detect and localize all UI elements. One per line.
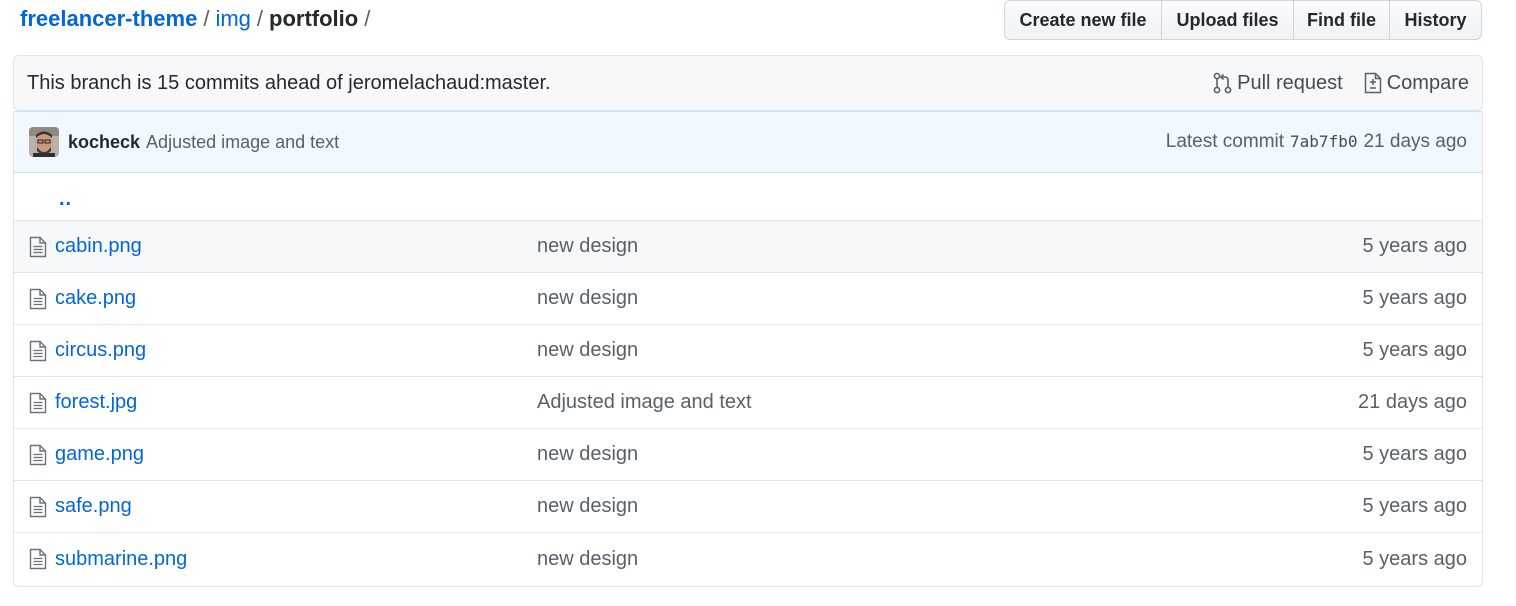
pull-request-label: Pull request [1237,71,1343,94]
upload-files-button[interactable]: Upload files [1162,1,1294,39]
file-age: 5 years ago [1362,547,1467,570]
branch-status-bar: This branch is 15 commits ahead of jerom… [13,55,1483,111]
file-name-link[interactable]: cake.png [55,287,537,310]
avatar[interactable] [29,127,59,157]
table-row: cake.png new design 5 years ago [14,273,1482,325]
breadcrumb-separator: / [364,6,371,31]
file-icon [29,236,47,258]
create-new-file-button[interactable]: Create new file [1005,1,1162,39]
commit-sha-link[interactable]: 7ab7fb0 [1290,132,1357,151]
file-name-link[interactable]: submarine.png [55,548,537,571]
table-row: cabin.png new design 5 years ago [14,221,1482,273]
file-age: 5 years ago [1362,339,1467,361]
file-icon [29,496,47,518]
table-row: game.png new design 5 years ago [14,429,1482,481]
breadcrumb-current: portfolio [269,6,359,31]
file-list: cabin.png new design 5 years ago cake.pn… [14,221,1482,585]
file-listing: kocheck Adjusted image and text Latest c… [13,111,1483,587]
parent-directory-row: .. [14,173,1482,221]
breadcrumb-separator: / [256,6,264,31]
commit-meta: Latest commit 7ab7fb0 21 days ago [1166,131,1467,153]
table-row: submarine.png new design 5 years ago [14,533,1482,585]
file-age: 5 years ago [1362,495,1467,517]
file-commit-message-link[interactable]: new design [537,548,1362,571]
file-browser-page: freelancer-theme / img / portfolio / Create n… [0,0,1516,606]
compare-label: Compare [1386,71,1469,94]
file-age: 21 days ago [1358,391,1467,413]
git-pull-request-icon [1213,72,1232,94]
history-button[interactable]: History [1390,1,1481,39]
file-icon [29,548,47,570]
file-age: 5 years ago [1362,287,1467,309]
file-commit-message-link[interactable]: new design [537,339,1362,362]
file-name-link[interactable]: circus.png [55,339,537,362]
file-age: 5 years ago [1362,443,1467,465]
latest-commit-label: Latest commit [1165,131,1285,152]
pull-request-link[interactable]: Pull request [1213,72,1343,95]
file-name-link[interactable]: safe.png [55,495,537,518]
commit-message-link[interactable]: Adjusted image and text [146,132,1166,153]
file-icon [29,340,47,362]
find-file-button[interactable]: Find file [1294,1,1390,39]
file-commit-message-link[interactable]: new design [537,287,1362,310]
commit-author-link[interactable]: kocheck [68,132,140,153]
avatar-image [29,127,59,157]
file-commit-message-link[interactable]: new design [537,495,1362,518]
branch-status-text: This branch is 15 commits ahead of jerom… [27,71,551,94]
parent-directory-link[interactable]: .. [59,188,72,211]
latest-commit-bar: kocheck Adjusted image and text Latest c… [14,111,1482,173]
file-icon [29,288,47,310]
diff-icon [1364,72,1381,94]
table-row: safe.png new design 5 years ago [14,481,1482,533]
breadcrumb-folder-link[interactable]: img [215,6,250,31]
file-age: 5 years ago [1362,235,1467,257]
file-name-link[interactable]: cabin.png [55,235,537,258]
file-commit-message-link[interactable]: new design [537,235,1362,258]
file-icon [29,392,47,414]
compare-link[interactable]: Compare [1363,72,1469,95]
breadcrumb: freelancer-theme / img / portfolio / [20,4,376,34]
breadcrumb-repo-link[interactable]: freelancer-theme [20,6,197,31]
file-commit-message-link[interactable]: Adjusted image and text [537,391,1358,414]
commit-age: 21 days ago [1363,131,1467,152]
file-actions-toolbar: Create new file Upload files Find file H… [1004,0,1482,40]
table-row: circus.png new design 5 years ago [14,325,1482,377]
file-icon [29,444,47,466]
file-name-link[interactable]: game.png [55,443,537,466]
table-row: forest.jpg Adjusted image and text 21 da… [14,377,1482,429]
file-name-link[interactable]: forest.jpg [55,391,537,414]
breadcrumb-separator: / [203,6,210,31]
file-commit-message-link[interactable]: new design [537,443,1362,466]
